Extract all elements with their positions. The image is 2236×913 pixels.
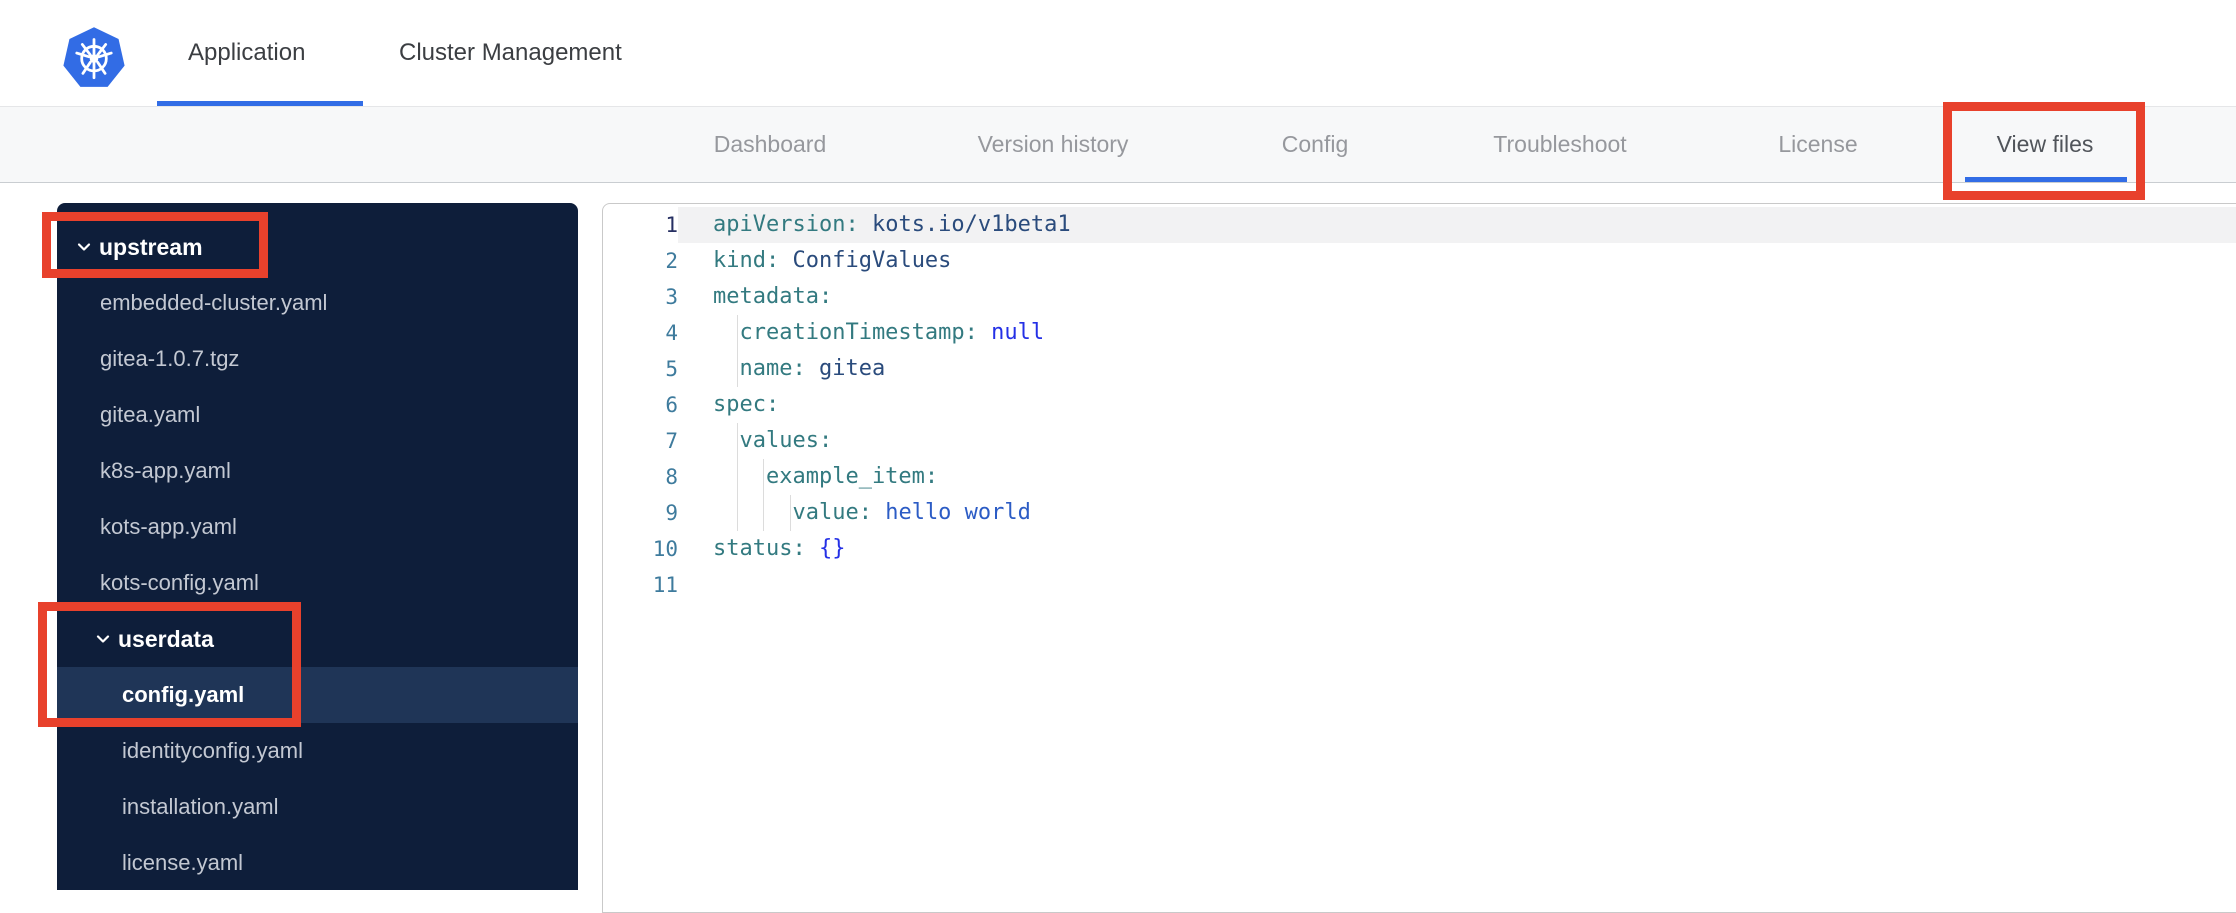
token-key: value: (713, 500, 872, 525)
code-text: values: (713, 423, 832, 459)
file-tree-file-k8s-app-yaml[interactable]: k8s-app.yaml (57, 443, 578, 499)
token-val: gitea (818, 356, 886, 381)
code-text: name: gitea (713, 351, 885, 387)
code-editor[interactable]: 1 apiVersion: kots.io/v1beta1 2 kind: Confi… (602, 203, 2236, 913)
folder-label: upstream (99, 233, 203, 260)
file-tree-file-embedded-cluster-yaml[interactable]: embedded-cluster.yaml (57, 275, 578, 331)
nav-tab-troubleshoot[interactable]: Troubleshoot (1493, 107, 1626, 182)
top-tab-cluster-management[interactable]: Cluster Management (399, 0, 622, 106)
line-number: 3 (665, 285, 678, 309)
file-label: config.yaml (122, 682, 245, 707)
token-val: ConfigValues (792, 248, 952, 273)
file-label: k8s-app.yaml (100, 458, 231, 483)
code-text: kind: ConfigValues (713, 243, 951, 279)
file-label: installation.yaml (122, 794, 279, 819)
active-top-tab-underline (157, 101, 363, 106)
token-str: hello world (885, 500, 1031, 525)
code-line[interactable]: 1 apiVersion: kots.io/v1beta1 (603, 207, 2236, 243)
line-number: 1 (665, 213, 678, 237)
file-label: kots-app.yaml (100, 514, 237, 539)
line-number: 5 (665, 357, 678, 381)
code-line[interactable]: 6 spec: (603, 387, 2236, 423)
code-text: metadata: (713, 279, 832, 315)
kubernetes-logo-icon (63, 27, 125, 87)
chevron-down-icon (96, 635, 110, 643)
nav-tab-config[interactable]: Config (1282, 107, 1348, 182)
token-null: null (991, 320, 1045, 345)
line-number: 11 (652, 573, 678, 597)
file-tree-file-config-yaml[interactable]: config.yaml (57, 667, 578, 723)
line-number: 9 (665, 501, 678, 525)
token-key: kind: (713, 248, 780, 273)
code-text: creationTimestamp: null (713, 315, 1044, 351)
file-tree-file-installation-yaml[interactable]: installation.yaml (57, 779, 578, 835)
file-tree-file-gitea-1-0-7-tgz[interactable]: gitea-1.0.7.tgz (57, 331, 578, 387)
code-text: status: {} (713, 531, 845, 567)
code-text: value: hello world (713, 495, 1031, 531)
token-key: creationTimestamp: (713, 320, 978, 345)
line-number: 7 (665, 429, 678, 453)
nav-tab-view-files[interactable]: View files (1997, 107, 2094, 182)
code-line[interactable]: 9 value: hello world (603, 495, 2236, 531)
code-text: spec: (713, 387, 779, 423)
file-tree-file-gitea-yaml[interactable]: gitea.yaml (57, 387, 578, 443)
file-label: kots-config.yaml (100, 570, 259, 595)
token-brace: {} (818, 536, 846, 561)
top-tab-application[interactable]: Application (188, 0, 305, 106)
file-label: gitea.yaml (100, 402, 201, 427)
token-key: metadata: (713, 284, 833, 309)
chevron-down-icon (77, 243, 91, 251)
file-tree-file-kots-config-yaml[interactable]: kots-config.yaml (57, 555, 578, 611)
top-bar: Application Cluster Management (0, 0, 2236, 107)
token-key: spec: (713, 392, 780, 417)
folder-label: userdata (118, 625, 214, 652)
code-line[interactable]: 4 creationTimestamp: null (603, 315, 2236, 351)
nav-tab-dashboard[interactable]: Dashboard (714, 107, 827, 182)
app-nav-bar: Dashboard Version history Config Troublesho… (0, 107, 2236, 183)
file-tree-file-license-yaml[interactable]: license.yaml (57, 835, 578, 891)
token-val: kots.io/v1beta1 (871, 212, 1071, 237)
file-tree-sidebar: upstream embedded-cluster.yaml gitea-1.0.7… (57, 203, 578, 890)
file-tree-folder-userdata[interactable]: userdata (57, 611, 578, 667)
line-number: 4 (665, 321, 678, 345)
file-label: identityconfig.yaml (122, 738, 303, 763)
file-tree-file-identityconfig-yaml[interactable]: identityconfig.yaml (57, 723, 578, 779)
file-label: gitea-1.0.7.tgz (100, 346, 240, 371)
line-number: 6 (665, 393, 678, 417)
line-number: 2 (665, 249, 678, 273)
file-tree-folder-upstream[interactable]: upstream (57, 219, 578, 275)
token-key: status: (713, 536, 806, 561)
line-number: 10 (652, 537, 678, 561)
code-text: example_item: (713, 459, 938, 495)
code-line[interactable]: 8 example_item: (603, 459, 2236, 495)
token-key: example_item: (713, 464, 939, 489)
line-number: 8 (665, 465, 678, 489)
code-line[interactable]: 11 (603, 567, 2236, 603)
code-line[interactable]: 10 status: {} (603, 531, 2236, 567)
token-key: name: (713, 356, 806, 381)
token-key: values: (713, 428, 833, 453)
nav-tab-license[interactable]: License (1778, 107, 1857, 182)
code-line[interactable]: 3 metadata: (603, 279, 2236, 315)
nav-tab-version-history[interactable]: Version history (978, 107, 1129, 182)
file-label: license.yaml (122, 850, 244, 875)
active-nav-tab-underline (1965, 177, 2127, 182)
file-label: embedded-cluster.yaml (100, 290, 328, 315)
code-line[interactable]: 5 name: gitea (603, 351, 2236, 387)
token-key: apiVersion: (713, 212, 859, 237)
code-line[interactable]: 2 kind: ConfigValues (603, 243, 2236, 279)
file-tree-file-kots-app-yaml[interactable]: kots-app.yaml (57, 499, 578, 555)
code-text: apiVersion: kots.io/v1beta1 (713, 207, 1071, 243)
code-line[interactable]: 7 values: (603, 423, 2236, 459)
